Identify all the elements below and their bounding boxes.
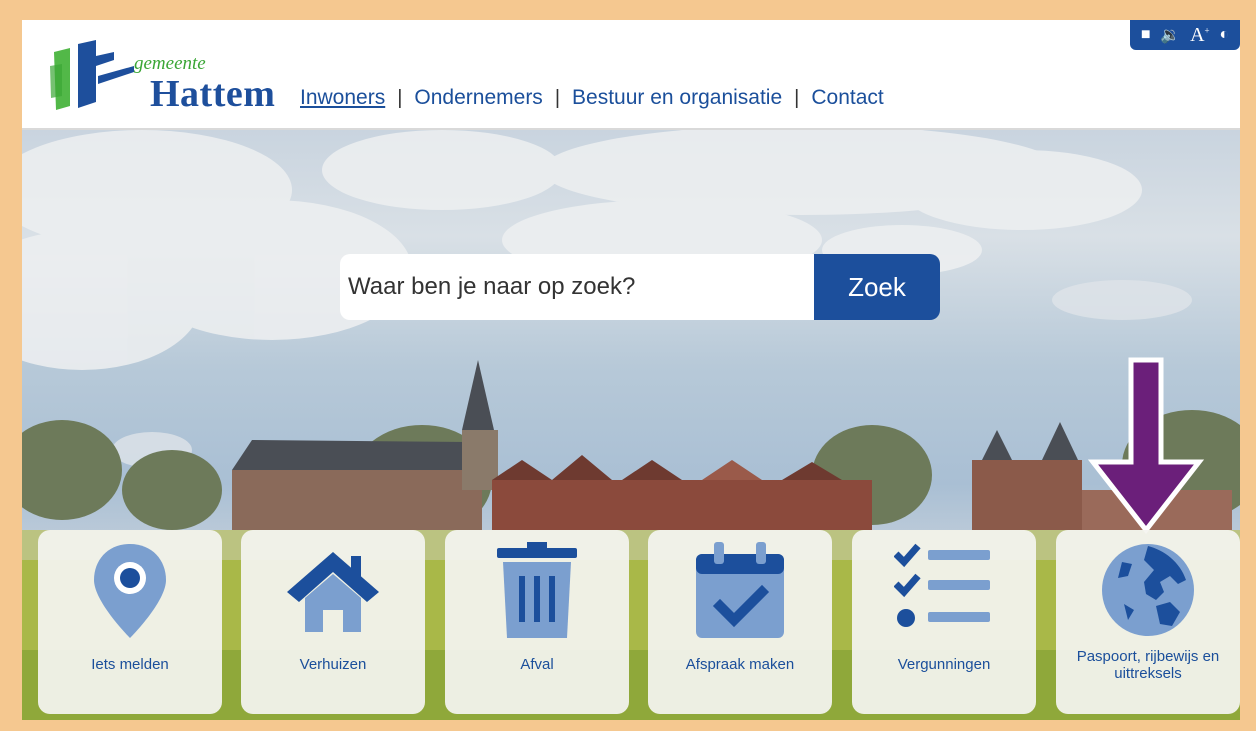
tile-verhuizen[interactable]: Verhuizen	[241, 530, 425, 714]
main-nav: Inwoners | Ondernemers | Bestuur en orga…	[300, 86, 884, 110]
accessibility-toolbar: ■ 🔉 A+ ◐	[1130, 20, 1240, 50]
tile-afspraak-maken[interactable]: Afspraak maken	[648, 530, 832, 714]
tile-label: Iets melden	[91, 656, 169, 673]
tile-label: Verhuizen	[299, 656, 367, 673]
speaker-icon[interactable]: 🔉	[1160, 25, 1180, 45]
brand-hattem[interactable]: Hattem	[150, 72, 275, 116]
tile-label: Paspoort, rijbewijs en uittreksels	[1076, 648, 1220, 682]
trash-bin-icon	[497, 542, 577, 638]
menu-icon[interactable]: ■	[1141, 26, 1151, 44]
tile-paspoort[interactable]: Paspoort, rijbewijs en uittreksels	[1056, 530, 1240, 714]
nav-ondernemers[interactable]: Ondernemers	[414, 86, 542, 110]
quick-links: Iets melden Verhuizen Afval Afspraak mak…	[38, 530, 1240, 714]
search-input[interactable]: Waar ben je naar op zoek?	[340, 254, 814, 320]
tile-label: Afspraak maken	[685, 656, 795, 673]
browser-frame: gemeente Hattem Inwoners | Ondernemers |…	[22, 20, 1240, 720]
hero-banner: Waar ben je naar op zoek? Zoek Iets meld…	[22, 130, 1240, 720]
nav-separator: |	[397, 86, 403, 109]
tile-label: Vergunningen	[897, 656, 991, 673]
site-header: gemeente Hattem Inwoners | Ondernemers |…	[22, 20, 1240, 130]
globe-icon	[1102, 544, 1194, 636]
hattem-logo[interactable]	[48, 36, 138, 116]
checklist-icon	[894, 543, 990, 627]
text-size-icon[interactable]: A+	[1190, 24, 1210, 47]
location-pin-icon	[94, 544, 166, 638]
tile-label: Afval	[520, 656, 554, 673]
nav-separator: |	[794, 86, 800, 109]
house-icon	[287, 552, 379, 632]
search-button[interactable]: Zoek	[814, 254, 940, 320]
nav-inwoners[interactable]: Inwoners	[300, 86, 385, 110]
contrast-icon[interactable]: ◐	[1219, 26, 1229, 44]
tile-afval[interactable]: Afval	[445, 530, 629, 714]
tile-iets-melden[interactable]: Iets melden	[38, 530, 222, 714]
nav-separator: |	[554, 86, 561, 109]
arrow-down-icon	[1087, 357, 1205, 535]
nav-contact[interactable]: Contact	[811, 86, 883, 110]
calendar-check-icon	[696, 542, 784, 638]
nav-bestuur[interactable]: Bestuur en organisatie	[572, 86, 782, 110]
tile-vergunningen[interactable]: Vergunningen	[852, 530, 1036, 714]
search-bar: Waar ben je naar op zoek? Zoek	[340, 254, 940, 320]
